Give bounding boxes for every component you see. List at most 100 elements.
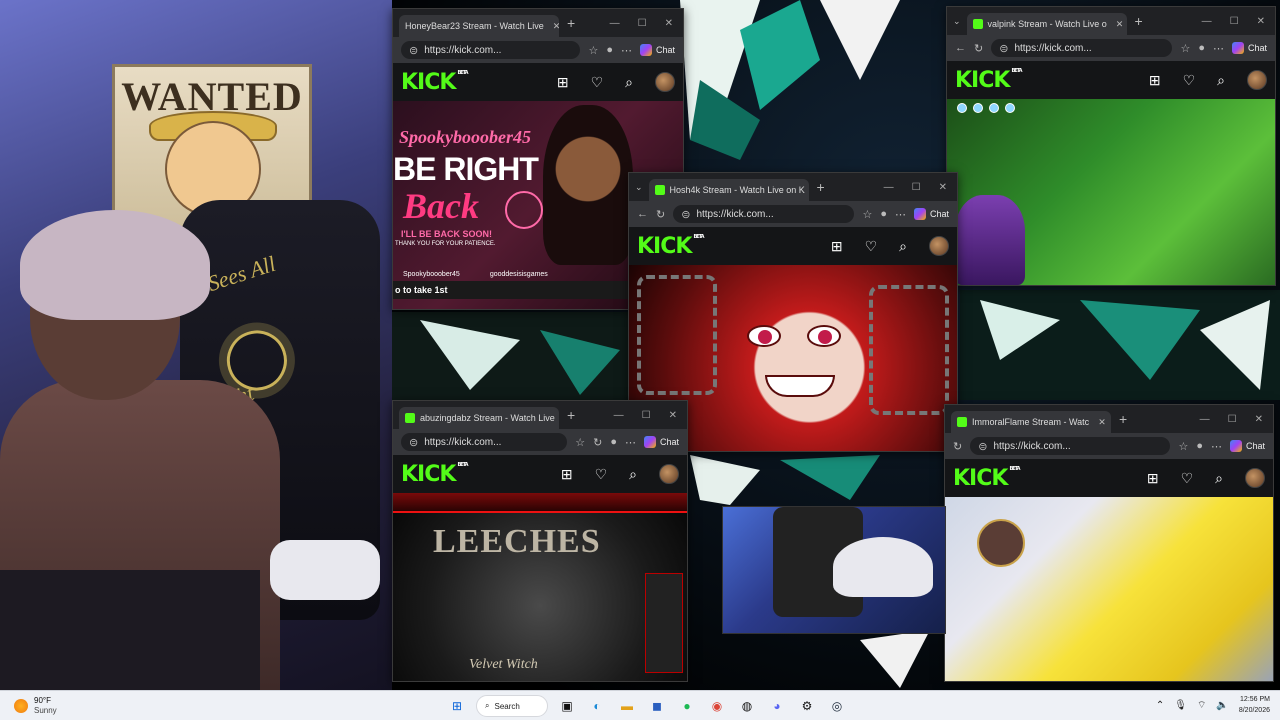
address-bar[interactable]: ⊜ https://kick.com... xyxy=(673,205,855,223)
close-tab-icon[interactable]: ✕ xyxy=(1116,19,1124,30)
more-icon[interactable]: ⋯ xyxy=(621,44,632,57)
browser-window-abuzingdabz[interactable]: abuzingdabz Stream - Watch Live ✕ + —☐✕ … xyxy=(392,400,688,682)
kick-logo[interactable]: KICK BETA xyxy=(401,70,469,95)
tab-hosh4k[interactable]: Hosh4k Stream - Watch Live on K xyxy=(648,179,809,201)
browser-window-valpink[interactable]: ⌄ valpink Stream - Watch Live o ✕ + — ☐ ✕ … xyxy=(946,6,1276,286)
tab-list-icon[interactable]: ⌄ xyxy=(635,182,643,193)
minimize-icon[interactable]: — xyxy=(1202,16,1212,27)
profile-icon[interactable]: ● xyxy=(606,44,613,56)
heart-icon[interactable]: ♡ xyxy=(595,466,608,483)
profile-icon[interactable]: ● xyxy=(880,208,887,220)
edge-icon[interactable]: ◐ xyxy=(586,695,608,717)
kick-logo[interactable]: KICK BETA xyxy=(953,466,1021,491)
weather-widget[interactable]: 90°F Sunny xyxy=(0,696,200,716)
settings-icon[interactable]: ⚙ xyxy=(796,695,818,717)
store-icon[interactable]: ◼ xyxy=(646,695,668,717)
close-window-icon[interactable]: ✕ xyxy=(1257,16,1265,27)
minimize-icon[interactable]: — xyxy=(614,410,624,421)
minimize-icon[interactable]: — xyxy=(610,18,620,29)
reload-icon[interactable]: ↻ xyxy=(593,436,602,449)
tab-honeybear[interactable]: HoneyBear23 Stream - Watch Live ✕ xyxy=(399,15,559,37)
tab-list-icon[interactable]: ⌄ xyxy=(953,16,961,27)
tab-abuzingdabz[interactable]: abuzingdabz Stream - Watch Live ✕ xyxy=(399,407,559,429)
task-view-icon[interactable]: ▣ xyxy=(556,695,578,717)
address-bar[interactable]: ⊜ https://kick.com... xyxy=(970,437,1171,455)
site-info-icon[interactable]: ⊜ xyxy=(978,440,987,453)
maximize-icon[interactable]: ☐ xyxy=(638,18,647,29)
close-window-icon[interactable]: ✕ xyxy=(939,182,947,193)
maximize-icon[interactable]: ☐ xyxy=(642,410,651,421)
steam-icon[interactable]: ◎ xyxy=(826,695,848,717)
new-tab-button[interactable]: + xyxy=(817,179,825,195)
close-window-icon[interactable]: ✕ xyxy=(669,410,677,421)
start-button[interactable]: ⊞ xyxy=(446,695,468,717)
search-icon[interactable]: ⌕ xyxy=(625,74,633,91)
back-icon[interactable]: ← xyxy=(955,42,966,54)
minimize-icon[interactable]: — xyxy=(1200,414,1210,425)
avatar[interactable] xyxy=(659,464,679,484)
kick-logo[interactable]: KICK BETA xyxy=(401,462,469,487)
heart-icon[interactable]: ♡ xyxy=(1183,72,1196,89)
clock[interactable]: 12:56 PM 8/20/2026 xyxy=(1239,694,1270,716)
chat-button[interactable]: Chat xyxy=(643,436,679,448)
search-icon[interactable]: ⌕ xyxy=(1217,72,1225,89)
close-tab-icon[interactable]: ✕ xyxy=(553,21,559,32)
star-icon[interactable]: ☆ xyxy=(575,436,585,449)
file-explorer-icon[interactable]: ▬ xyxy=(616,695,638,717)
profile-icon[interactable]: ● xyxy=(610,436,617,448)
more-icon[interactable]: ⋯ xyxy=(625,436,636,449)
clip-icon[interactable]: ⊞ xyxy=(557,74,569,91)
tab-immoralflame[interactable]: ImmoralFlame Stream - Watc ✕ xyxy=(951,411,1111,433)
star-icon[interactable]: ☆ xyxy=(1178,440,1188,453)
heart-icon[interactable]: ♡ xyxy=(591,74,604,91)
maximize-icon[interactable]: ☐ xyxy=(1230,16,1239,27)
clip-icon[interactable]: ⊞ xyxy=(561,466,573,483)
star-icon[interactable]: ☆ xyxy=(862,208,872,221)
maximize-icon[interactable]: ☐ xyxy=(1228,414,1237,425)
address-bar[interactable]: ⊜ https://kick.com... xyxy=(401,41,581,59)
app-icon[interactable]: ◍ xyxy=(736,695,758,717)
clip-icon[interactable]: ⊞ xyxy=(831,238,843,255)
spotify-icon[interactable]: ● xyxy=(676,695,698,717)
new-tab-button[interactable]: + xyxy=(567,407,575,423)
close-window-icon[interactable]: ✕ xyxy=(665,18,673,29)
chat-button[interactable]: Chat xyxy=(639,44,675,56)
chat-button[interactable]: Chat xyxy=(1229,440,1265,452)
reload-icon[interactable]: ↻ xyxy=(974,42,983,55)
avatar[interactable] xyxy=(1247,70,1267,90)
site-info-icon[interactable]: ⊜ xyxy=(681,208,690,221)
browser-window-immoralflame[interactable]: ImmoralFlame Stream - Watc ✕ + — ☐ ✕ ↻ ⊜ ht… xyxy=(944,404,1274,682)
maximize-icon[interactable]: ☐ xyxy=(912,182,921,193)
clip-icon[interactable]: ⊞ xyxy=(1147,470,1159,487)
chat-button[interactable]: Chat xyxy=(913,208,949,220)
search-icon[interactable]: ⌕ xyxy=(629,466,637,483)
stream-player[interactable] xyxy=(945,497,1273,681)
site-info-icon[interactable]: ⊜ xyxy=(999,42,1008,55)
discord-icon[interactable]: ◕ xyxy=(766,695,788,717)
profile-icon[interactable]: ● xyxy=(1198,42,1205,54)
volume-icon[interactable]: 🔈 xyxy=(1216,700,1228,711)
more-icon[interactable]: ⋯ xyxy=(895,208,906,221)
more-icon[interactable]: ⋯ xyxy=(1213,42,1224,55)
stream-player[interactable] xyxy=(947,99,1275,285)
heart-icon[interactable]: ♡ xyxy=(865,238,878,255)
clip-icon[interactable]: ⊞ xyxy=(1149,72,1161,89)
search-icon[interactable]: ⌕ xyxy=(899,238,907,255)
site-info-icon[interactable]: ⊜ xyxy=(409,44,418,57)
star-icon[interactable]: ☆ xyxy=(588,44,598,57)
address-bar[interactable]: ⊜ https://kick.com... xyxy=(991,39,1173,57)
avatar[interactable] xyxy=(1245,468,1265,488)
kick-logo[interactable]: KICK BETA xyxy=(955,68,1023,93)
heart-icon[interactable]: ♡ xyxy=(1181,470,1194,487)
new-tab-button[interactable]: + xyxy=(567,15,575,31)
star-icon[interactable]: ☆ xyxy=(1180,42,1190,55)
avatar[interactable] xyxy=(929,236,949,256)
back-icon[interactable]: ← xyxy=(637,208,648,220)
chat-button[interactable]: Chat xyxy=(1231,42,1267,54)
new-tab-button[interactable]: + xyxy=(1135,13,1143,29)
avatar[interactable] xyxy=(655,72,675,92)
search-icon[interactable]: ⌕ xyxy=(1215,470,1223,487)
kick-logo[interactable]: KICK BETA xyxy=(637,234,705,259)
site-info-icon[interactable]: ⊜ xyxy=(409,436,418,449)
wifi-icon[interactable]: ⌔ xyxy=(1197,699,1206,712)
